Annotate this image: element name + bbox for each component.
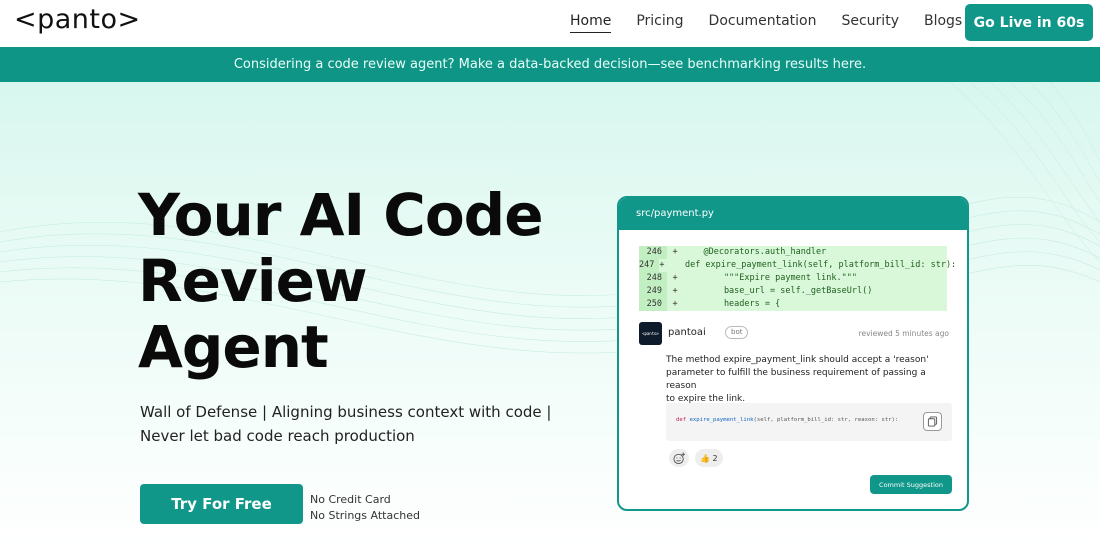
nav-link-documentation[interactable]: Documentation — [709, 13, 817, 33]
comment-line-1: The method expire_payment_link should ac… — [666, 355, 929, 365]
top-navbar: <panto> Home Pricing Documentation Secur… — [0, 0, 1100, 47]
nav-link-pricing[interactable]: Pricing — [636, 13, 683, 33]
card-file-header: src/payment.py — [619, 198, 967, 230]
diff-sign: + — [672, 247, 678, 257]
reviewer-name[interactable]: pantoai — [668, 327, 706, 338]
banner-text[interactable]: Considering a code review agent? Make a … — [234, 57, 866, 72]
go-live-button[interactable]: Go Live in 60s — [965, 4, 1093, 41]
suggestion-params: (self, platform_bill_id: str, reason: st… — [753, 417, 899, 423]
commit-suggestion-button[interactable]: Commit Suggestion — [870, 475, 952, 494]
diff-code: headers = { — [683, 299, 781, 309]
hero-subtitle: Wall of Defense | Aligning business cont… — [140, 400, 580, 448]
suggestion-keyword: def — [676, 417, 687, 423]
diff-row: 247 + def expire_payment_link(self, plat… — [639, 259, 956, 272]
diff-code: def expire_payment_link(self, platform_b… — [664, 260, 957, 270]
diff-sign: + — [672, 299, 678, 309]
diff-sign: + — [672, 273, 678, 283]
reviewed-time: reviewed 5 minutes ago — [858, 329, 949, 338]
diff-code: """Expire payment link.""" — [683, 273, 857, 283]
file-path: src/payment.py — [636, 208, 714, 219]
diff-line-number: 246 — [639, 246, 667, 259]
diff-row: 248 + """Expire payment link.""" — [639, 272, 947, 285]
nav-links: Home Pricing Documentation Security Blog… — [570, 13, 987, 33]
reactions-row: 👍 2 — [669, 449, 723, 467]
diff-code: @Decorators.auth_handler — [683, 247, 827, 257]
diff-row: 246 + @Decorators.auth_handler — [639, 246, 947, 259]
no-credit-card-text: No Credit Card — [310, 493, 391, 506]
diff-line-number: 250 — [639, 298, 667, 311]
panto-logo[interactable]: <panto> — [14, 4, 141, 35]
nav-link-home[interactable]: Home — [570, 13, 612, 33]
hero-subtitle-line-1: Wall of Defense | Aligning business cont… — [140, 403, 552, 421]
smiley-plus-icon — [672, 451, 685, 464]
code-review-card: src/payment.py 246 + @Decorators.auth_ha… — [617, 196, 969, 511]
copy-button[interactable] — [923, 412, 942, 431]
suggestion-code: def expire_payment_link(self, platform_b… — [676, 417, 898, 423]
nav-link-blogs[interactable]: Blogs — [924, 13, 962, 33]
hero-subtitle-line-2: Never let bad code reach production — [140, 427, 415, 445]
diff-line-number: 247 — [639, 259, 660, 272]
suggestion-function: expire_payment_link — [689, 417, 754, 423]
hero-title-line-2: Review — [138, 247, 368, 315]
no-strings-text: No Strings Attached — [310, 509, 420, 522]
copy-icon — [927, 416, 938, 427]
review-comment: The method expire_payment_link should ac… — [666, 354, 956, 406]
reviewer-row: <panto> pantoai bot reviewed 5 minutes a… — [639, 322, 949, 348]
add-reaction-button[interactable] — [669, 449, 689, 467]
hero-title: Your AI Code Review Agent — [138, 182, 608, 380]
diff-sign: + — [672, 286, 678, 296]
avatar: <panto> — [639, 322, 662, 345]
try-for-free-button[interactable]: Try For Free — [140, 484, 303, 524]
diff-block: 246 + @Decorators.auth_handler 247 + def… — [639, 246, 956, 311]
comment-line-2: parameter to fulfill the business requir… — [666, 368, 926, 391]
bot-badge: bot — [725, 326, 749, 339]
hero-section: Your AI Code Review Agent Wall of Defens… — [0, 82, 1100, 551]
try-note: No Credit Card No Strings Attached — [310, 492, 420, 524]
benchmark-banner[interactable]: Considering a code review agent? Make a … — [0, 47, 1100, 82]
diff-line-number: 249 — [639, 285, 667, 298]
diff-line-number: 248 — [639, 272, 667, 285]
hero-title-line-1: Your AI Code — [138, 181, 544, 249]
diff-row: 250 + headers = { — [639, 298, 947, 311]
hero-title-line-3: Agent — [138, 313, 329, 381]
code-suggestion: def expire_payment_link(self, platform_b… — [666, 403, 952, 441]
diff-code: base_url = self._getBaseUrl() — [683, 286, 873, 296]
thumbs-up-reaction[interactable]: 👍 2 — [695, 449, 723, 467]
diff-row: 249 + base_url = self._getBaseUrl() — [639, 285, 947, 298]
nav-link-security[interactable]: Security — [841, 13, 899, 33]
